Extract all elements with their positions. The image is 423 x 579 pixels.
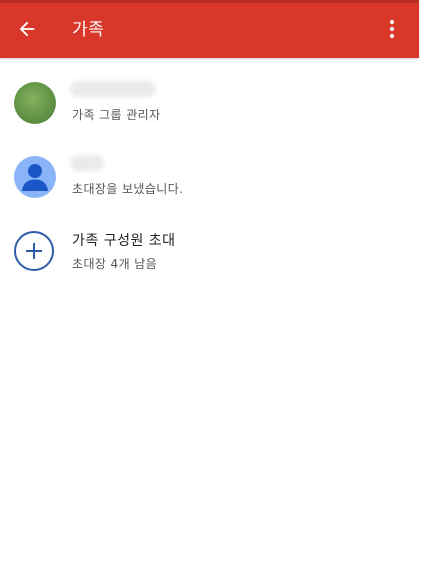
- invite-family-member-row[interactable]: 가족 구성원 초대 초대장 4개 남음: [0, 216, 419, 286]
- member-status: 초대장을 보냈습니다.: [72, 182, 184, 196]
- invites-remaining: 초대장 4개 남음: [72, 257, 158, 271]
- plus-icon: [26, 243, 42, 259]
- invite-label: 가족 구성원 초대: [72, 233, 176, 249]
- member-name-redacted: [70, 81, 156, 97]
- page-title: 가족: [72, 20, 105, 40]
- member-avatar: [14, 82, 56, 124]
- member-name-redacted: [70, 155, 104, 171]
- app-toolbar: 가족: [0, 0, 419, 58]
- plus-circle-icon: [14, 231, 54, 271]
- more-vert-icon: [389, 19, 395, 39]
- family-screen: 가족 가족 그룹 관리자 초대장을 보냈습니다. 가족 구성원 초대 초대장 4…: [0, 0, 423, 579]
- family-member-row[interactable]: 가족 그룹 관리자: [0, 68, 419, 138]
- family-member-row[interactable]: 초대장을 보냈습니다.: [0, 142, 419, 212]
- more-options-button[interactable]: [380, 14, 404, 44]
- back-button[interactable]: [12, 14, 42, 44]
- member-role: 가족 그룹 관리자: [72, 108, 161, 122]
- arrow-left-icon: [19, 21, 35, 37]
- default-person-icon: [14, 156, 56, 198]
